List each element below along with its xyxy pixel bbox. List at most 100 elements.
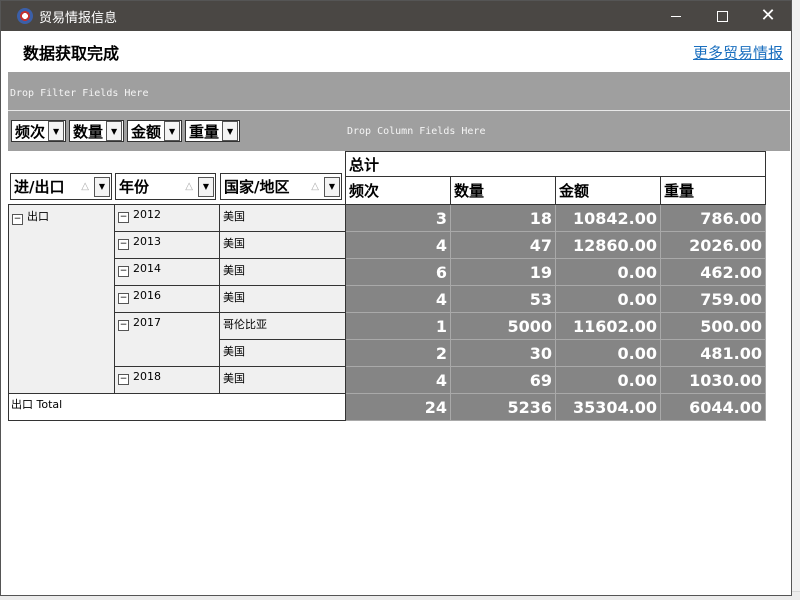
- data-field-chip-weight[interactable]: 重量 ▼: [185, 120, 241, 142]
- country-cell: 美国: [219, 231, 346, 259]
- value-cell[interactable]: 12860.00: [555, 231, 661, 259]
- value-cell[interactable]: 18: [450, 204, 556, 232]
- value-cell[interactable]: 69: [450, 366, 556, 394]
- filter-drop-hint: Drop Filter Fields Here: [10, 88, 149, 99]
- value-cell[interactable]: 47: [450, 231, 556, 259]
- collapse-icon[interactable]: −: [118, 374, 129, 385]
- country-cell: 美国: [219, 285, 346, 313]
- pivot-table: 总计 频次 数量 金额 重量 − 出口 −2012 美国 3 18 10842.0…: [8, 150, 766, 421]
- data-field-label: 重量: [189, 122, 220, 141]
- value-cell[interactable]: 786.00: [660, 204, 766, 232]
- direction-label: 出口: [27, 210, 49, 223]
- value-cell[interactable]: 6: [345, 258, 451, 286]
- value-cell[interactable]: 4: [345, 366, 451, 394]
- total-row-label: 出口 Total: [8, 393, 346, 421]
- more-trade-info-link[interactable]: 更多贸易情报: [693, 42, 783, 63]
- value-cell[interactable]: 11602.00: [555, 312, 661, 340]
- data-field-chip-quantity[interactable]: 数量 ▼: [69, 120, 125, 142]
- data-field-chip-frequency[interactable]: 频次 ▼: [11, 120, 67, 142]
- table-row: −2014 美国 6 19 0.00 462.00: [9, 258, 766, 286]
- year-label: 2014: [133, 262, 161, 275]
- maximize-icon: [716, 10, 728, 22]
- value-cell[interactable]: 1030.00: [660, 366, 766, 394]
- year-label: 2016: [133, 289, 161, 302]
- year-label: 2017: [133, 316, 161, 329]
- close-button[interactable]: ✕: [745, 1, 791, 31]
- column-header-amount[interactable]: 金额: [555, 176, 661, 205]
- table-row: −2016 美国 4 53 0.00 759.00: [9, 285, 766, 313]
- status-header: 数据获取完成 更多贸易情报: [1, 31, 791, 73]
- data-field-label: 金额: [131, 122, 162, 141]
- country-cell: 美国: [219, 204, 346, 232]
- table-row: −2017 哥伦比亚 1 5000 11602.00 500.00: [9, 312, 766, 367]
- collapse-icon[interactable]: −: [118, 239, 129, 250]
- minimize-icon: [671, 15, 681, 17]
- value-cell[interactable]: 0.00: [555, 258, 661, 286]
- year-cell: −2016: [114, 285, 220, 313]
- column-drop-hint: Drop Column Fields Here: [347, 126, 486, 137]
- maximize-button[interactable]: [699, 1, 745, 31]
- collapse-icon[interactable]: −: [118, 293, 129, 304]
- value-cell[interactable]: 2: [345, 339, 451, 367]
- value-cell[interactable]: 10842.00: [555, 204, 661, 232]
- value-cell[interactable]: 759.00: [660, 285, 766, 313]
- year-cell: −2018: [114, 366, 220, 394]
- total-value-cell[interactable]: 6044.00: [660, 393, 766, 421]
- value-cell[interactable]: 500.00: [660, 312, 766, 340]
- value-cell[interactable]: 53: [450, 285, 556, 313]
- year-cell: −2012: [114, 204, 220, 232]
- desktop-background-right: [792, 0, 800, 600]
- status-text: 数据获取完成: [23, 44, 120, 63]
- country-cell: 美国: [219, 258, 346, 286]
- collapse-icon[interactable]: −: [118, 266, 129, 277]
- value-cell[interactable]: 0.00: [555, 339, 661, 367]
- total-value-cell[interactable]: 24: [345, 393, 451, 421]
- total-value-cell[interactable]: 35304.00: [555, 393, 661, 421]
- year-cell: −2017: [114, 312, 220, 367]
- value-cell[interactable]: 1: [345, 312, 451, 340]
- year-label: 2012: [133, 208, 161, 221]
- filter-drop-zone[interactable]: Drop Filter Fields Here: [8, 72, 790, 111]
- value-cell[interactable]: 19: [450, 258, 556, 286]
- chevron-down-icon[interactable]: ▼: [48, 121, 65, 141]
- value-cell[interactable]: 0.00: [555, 285, 661, 313]
- value-cell[interactable]: 481.00: [660, 339, 766, 367]
- country-cell: 美国: [219, 366, 346, 394]
- collapse-icon[interactable]: −: [12, 214, 23, 225]
- close-icon: ✕: [760, 5, 776, 26]
- minimize-button[interactable]: [653, 1, 699, 31]
- value-cell[interactable]: 30: [450, 339, 556, 367]
- collapse-icon[interactable]: −: [118, 320, 129, 331]
- chevron-down-icon[interactable]: ▼: [106, 121, 123, 141]
- data-field-list: 频次 ▼ 数量 ▼ 金额 ▼ 重量 ▼: [11, 120, 241, 142]
- column-header-quantity[interactable]: 数量: [450, 176, 556, 205]
- value-cell[interactable]: 4: [345, 231, 451, 259]
- data-field-chip-amount[interactable]: 金额 ▼: [127, 120, 183, 142]
- country-cell: 美国: [219, 339, 346, 367]
- chevron-down-icon[interactable]: ▼: [164, 121, 181, 141]
- year-cell: −2014: [114, 258, 220, 286]
- column-header-weight[interactable]: 重量: [660, 176, 766, 205]
- value-cell[interactable]: 5000: [450, 312, 556, 340]
- chevron-down-icon[interactable]: ▼: [222, 121, 239, 141]
- year-cell: −2013: [114, 231, 220, 259]
- app-logo-icon: [17, 8, 33, 24]
- total-value-cell[interactable]: 5236: [450, 393, 556, 421]
- table-row: − 出口 −2012 美国 3 18 10842.00 786.00: [8, 204, 766, 394]
- value-cell[interactable]: 0.00: [555, 366, 661, 394]
- window-title: 贸易情报信息: [39, 10, 118, 26]
- title-bar[interactable]: 贸易情报信息 ✕: [1, 1, 791, 31]
- value-cell[interactable]: 2026.00: [660, 231, 766, 259]
- direction-group-cell: − 出口: [8, 204, 115, 394]
- table-row: −2018 美国 4 69 0.00 1030.00: [9, 366, 766, 394]
- country-cell: 哥伦比亚: [219, 312, 346, 340]
- grand-total-column-header: 总计: [345, 150, 766, 178]
- column-header-frequency[interactable]: 频次: [345, 176, 451, 205]
- table-row: −2013 美国 4 47 12860.00 2026.00: [9, 231, 766, 259]
- pivot-field-area: Drop Filter Fields Here 频次 ▼ 数量 ▼ 金额 ▼ 重…: [8, 72, 790, 151]
- value-cell[interactable]: 3: [345, 204, 451, 232]
- row-header-spacer: [9, 152, 346, 205]
- value-cell[interactable]: 4: [345, 285, 451, 313]
- value-cell[interactable]: 462.00: [660, 258, 766, 286]
- collapse-icon[interactable]: −: [118, 212, 129, 223]
